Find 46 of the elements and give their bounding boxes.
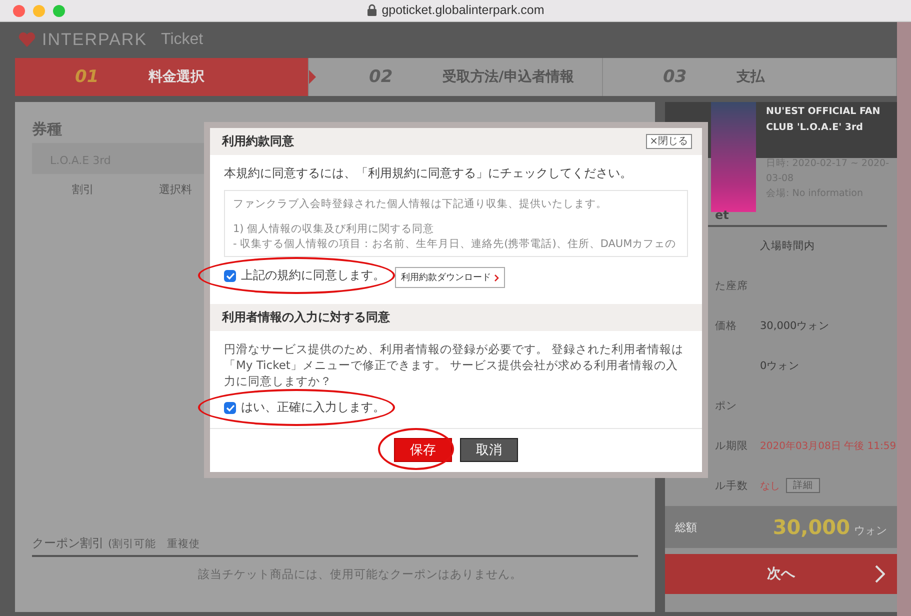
row-label: ル期限: [715, 438, 749, 452]
coupon-note: (割引可能 重複使: [108, 537, 200, 551]
checkbox-label: 上記の規約に同意します。: [241, 267, 385, 284]
address-text[interactable]: gpoticket.globalinterpark.com: [382, 3, 544, 17]
close-button[interactable]: ×閉じる: [646, 134, 692, 149]
step-label: 料金選択: [148, 68, 205, 86]
event-title: NU'EST OFFICIAL FAN CLUB 'L.O.A.E' 3rd: [766, 105, 882, 135]
row-value: 2020年03月08日 午後 11:59: [760, 440, 896, 452]
row-label: ル手数: [715, 478, 749, 492]
row-label: 価格: [715, 318, 738, 332]
section-title: 利用者情報の入力に対する同意: [222, 309, 390, 326]
save-button[interactable]: 保存: [394, 438, 452, 462]
row-value: 30,000ウォン: [760, 318, 830, 332]
step-label: 受取方法/申込者情報: [442, 68, 574, 86]
coupon-message: 該当チケット商品には、使用可能なクーポンはありません。: [197, 566, 523, 583]
download-button[interactable]: 利用約款ダウンロード: [395, 267, 505, 288]
next-button[interactable]: 次へ: [665, 554, 897, 594]
step-tab[interactable]: 01 料金選択: [15, 58, 309, 96]
terms-line: - 収集する個人情報の項目：お名前、生年月日、連絡先(携帯電話)、住所、DAUMカフェの: [233, 237, 678, 252]
section-title: 券種: [32, 120, 63, 139]
step-label: 支払: [736, 68, 765, 86]
step-tab[interactable]: 02 受取方法/申込者情報: [309, 58, 603, 96]
total-amount: 30,000: [772, 515, 850, 539]
row-value: なし: [760, 480, 780, 492]
terms-line: ファンクラブ入会時登録された個人情報は下記通り収集、提供いたします。: [233, 197, 608, 212]
step-number: 01: [75, 67, 99, 87]
row-value: 0ウォン: [760, 358, 800, 372]
step-number: 02: [369, 67, 393, 87]
logo-text: INTERPARK: [42, 30, 148, 50]
terms-line: 1) 個人情報の収集及び利用に関する同意: [233, 222, 436, 237]
instruction-text: 本規約に同意するには、「利用規約に同意する」にチェックしてください。: [224, 165, 633, 182]
checkbox-label: はい、正確に入力します。: [241, 399, 385, 416]
row-label: た座席: [715, 278, 749, 292]
row-value: 入場時間内: [760, 238, 815, 252]
dialog-title: 利用約款同意: [222, 133, 294, 150]
currency-unit: ウォン: [854, 523, 887, 538]
logo-subtitle: Ticket: [161, 31, 204, 49]
coupon-title: クーポン割引: [32, 535, 104, 552]
detail-button[interactable]: 詳細: [786, 478, 820, 493]
row-label: ポン: [715, 398, 738, 412]
step-number: 03: [663, 67, 687, 87]
consent-text: 円滑なサービス提供のため、利用者情報の登録が必要です。 登録された利用者情報は「My Ticket」メニューで修正できます。 サービス提供会社が求める利用者情報の入力に同意しますか？: [224, 341, 685, 389]
column-header: 割引: [72, 182, 94, 197]
column-header: 選択料: [159, 182, 192, 197]
total-label: 総額: [675, 520, 697, 534]
cancel-button[interactable]: 取消: [460, 438, 518, 462]
